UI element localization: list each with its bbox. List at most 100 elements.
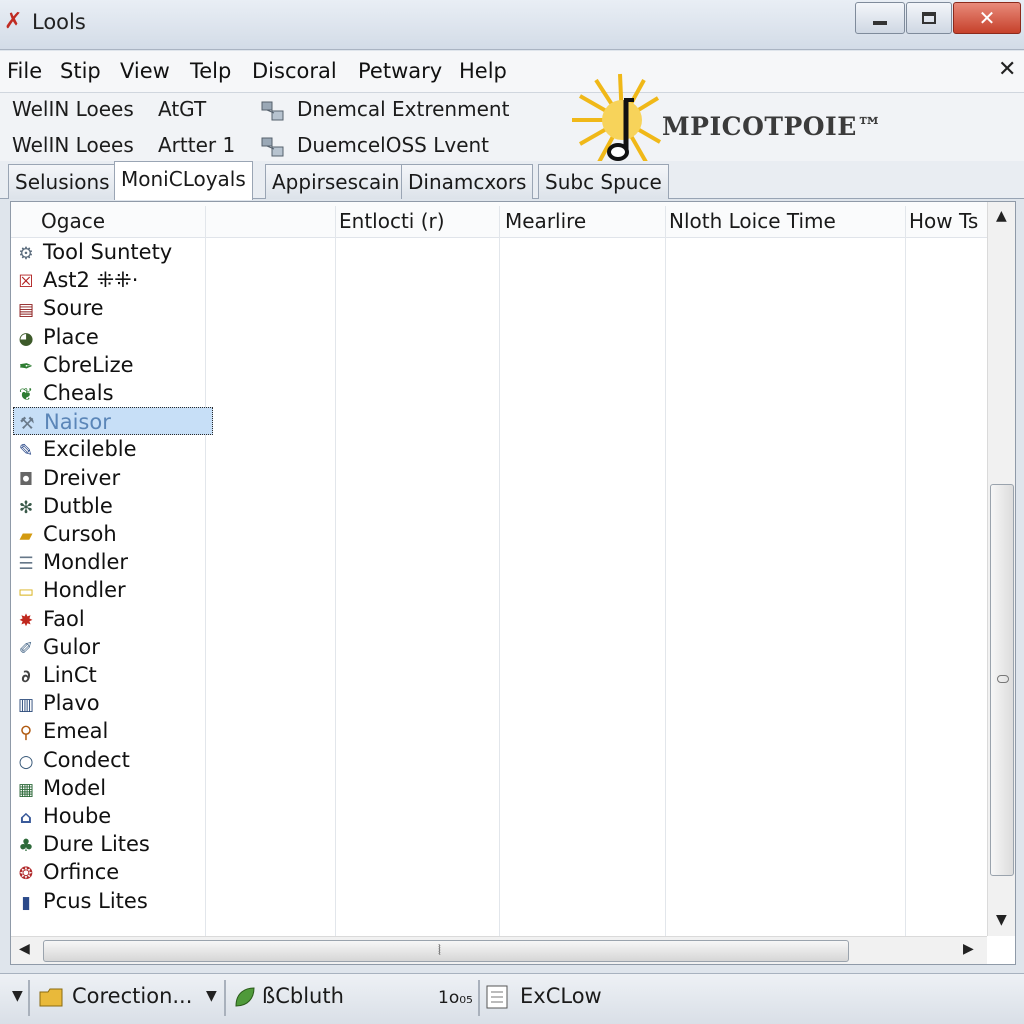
- column-header-entlocti[interactable]: Entlocti (r): [339, 209, 445, 233]
- window-title: Lools: [32, 10, 86, 34]
- menu-petwary[interactable]: Petwary: [358, 59, 442, 83]
- column-header-ogace[interactable]: Ogace: [41, 209, 105, 233]
- maximize-icon: [922, 12, 936, 24]
- search-icon: ○: [18, 751, 34, 772]
- list-item-label: Gulor: [43, 634, 100, 659]
- list-item-label: Faol: [43, 606, 85, 631]
- list-item-label: Hoube: [43, 804, 112, 828]
- list-item-label: Dure Lites: [43, 832, 150, 857]
- logo-text: MPICOTPOIE™: [662, 112, 883, 141]
- list-item[interactable]: ▮ Pcus Lites: [13, 887, 213, 915]
- tab-selusions[interactable]: Selusions: [8, 164, 117, 199]
- column-divider[interactable]: [905, 206, 906, 936]
- list-item[interactable]: ☒ Ast2 ⁜⁜·: [13, 266, 213, 294]
- menu-file[interactable]: File: [7, 59, 42, 83]
- pen-icon: ✒: [18, 356, 34, 377]
- list-item-label: Cheals: [43, 381, 114, 405]
- chevron-down-icon[interactable]: ▼: [12, 988, 23, 1004]
- toolbar-button-2[interactable]: DuemcelOSS Lvent: [297, 133, 489, 157]
- list-item[interactable]: ∂ LinCt: [13, 661, 213, 689]
- tools-icon: ⚒: [19, 414, 35, 435]
- scroll-left-icon[interactable]: ◀: [19, 941, 30, 957]
- tab-subc-spuce[interactable]: Subc Spuce: [538, 164, 669, 199]
- list-item-label: CbreLize: [43, 352, 134, 377]
- list-item-label: Dutble: [43, 493, 113, 518]
- column-divider[interactable]: [335, 206, 336, 936]
- menu-view[interactable]: View: [120, 59, 170, 83]
- vertical-scrollbar[interactable]: ▲ ▼: [987, 202, 1015, 936]
- column-divider[interactable]: [499, 206, 500, 936]
- list-item[interactable]: ❂ Orfince: [13, 858, 213, 886]
- scroll-down-icon[interactable]: ▼: [996, 912, 1007, 928]
- grip-icon: ⦚: [438, 943, 441, 959]
- list-item[interactable]: ✒ CbreLize: [13, 351, 213, 379]
- column-header-nloth-loice-time[interactable]: Nloth Loice Time: [669, 209, 836, 233]
- list-item[interactable]: ✐ Gulor: [13, 633, 213, 661]
- list-item-label: Orfince: [43, 860, 120, 885]
- menu-stip[interactable]: Stip: [60, 59, 101, 83]
- checkbox-icon: ☒: [18, 272, 34, 293]
- column-header-how-ts[interactable]: How Ts: [909, 209, 978, 233]
- menu-discoral[interactable]: Discoral: [252, 59, 337, 83]
- minimize-button[interactable]: [855, 2, 905, 34]
- chevron-down-icon[interactable]: ▼: [206, 988, 217, 1004]
- list-item[interactable]: ☰ Mondler: [13, 548, 213, 576]
- globe-icon: ◕: [18, 328, 34, 349]
- list-item-label: Model: [43, 775, 107, 800]
- network-icon: [261, 137, 284, 157]
- toolbar-value-2[interactable]: Artter 1: [158, 133, 235, 157]
- list-item[interactable]: ❦ Cheals: [13, 379, 213, 407]
- list-item[interactable]: ♣ Dure Lites: [13, 830, 213, 858]
- list-item[interactable]: ▦ Model: [13, 774, 213, 802]
- flame-icon: ❂: [18, 864, 34, 885]
- list-item-label: Place: [43, 324, 99, 349]
- tab-moniclouals[interactable]: MoniCLoyals: [114, 161, 253, 200]
- scroll-up-icon[interactable]: ▲: [996, 208, 1007, 224]
- list-item-label: Excileble: [43, 437, 137, 462]
- list-item[interactable]: ✻ Dutble: [13, 492, 213, 520]
- list-item[interactable]: ◕ Place: [13, 323, 213, 351]
- list-item[interactable]: ▰ Cursoh: [13, 520, 213, 548]
- menu-close-icon[interactable]: ✕: [998, 57, 1016, 82]
- note-icon: ▭: [17, 582, 35, 603]
- tab-dinamcxors[interactable]: Dinamcxors: [401, 164, 534, 199]
- list-item[interactable]: ▤ Soure: [13, 294, 213, 322]
- list-item[interactable]: ▥ Plavo: [13, 689, 213, 717]
- toolbar-value-1[interactable]: AtGT: [158, 97, 206, 121]
- toolbar-label-2: WelIN Loees: [12, 133, 134, 157]
- grip-icon: [997, 675, 1009, 683]
- close-button[interactable]: ✕: [953, 2, 1021, 34]
- list-item[interactable]: ◘ Dreiver: [13, 464, 213, 492]
- minimize-icon: [873, 21, 887, 25]
- menu-telp[interactable]: Telp: [190, 59, 231, 83]
- column-header-mearlire[interactable]: Mearlire: [505, 209, 586, 233]
- scroll-right-icon[interactable]: ▶: [963, 941, 974, 957]
- maximize-button[interactable]: [906, 2, 952, 34]
- list-item[interactable]: ○ Condect: [13, 746, 213, 774]
- horizontal-scrollbar[interactable]: ◀ ⦚ ▶: [11, 936, 987, 964]
- tab-appirsescain[interactable]: Appirsescain: [265, 164, 407, 199]
- list-item-label: Condect: [43, 747, 130, 772]
- list-item-label: Hondler: [43, 578, 126, 603]
- divider: [28, 980, 30, 1016]
- list-item[interactable]: ▭ Hondler: [13, 576, 213, 604]
- vertical-scroll-thumb[interactable]: [990, 484, 1014, 876]
- toolbar-button-1[interactable]: Dnemcal Extrenment: [297, 97, 509, 121]
- divider: [478, 980, 480, 1016]
- list-item[interactable]: ✎ Excileble: [13, 435, 213, 463]
- toolbar-label-1: WelIN Loees: [12, 97, 134, 121]
- list-item-label: Naisor: [44, 410, 111, 435]
- list-item[interactable]: ⚙ Tool Suntety: [13, 238, 213, 266]
- magnifier-icon: ⚲: [19, 723, 33, 744]
- list-item[interactable]: ⚲ Emeal: [13, 717, 213, 745]
- tab-bar: Selusions MoniCLoyals Appirsescain Dinam…: [0, 161, 1024, 200]
- list-item[interactable]: ✸ Faol: [13, 605, 213, 633]
- status-section-3: ExCLow: [520, 984, 602, 1008]
- horizontal-scroll-thumb[interactable]: ⦚: [43, 940, 849, 962]
- pencil-icon: ✎: [18, 441, 34, 462]
- menu-help[interactable]: Help: [459, 59, 507, 83]
- column-divider[interactable]: [665, 206, 666, 936]
- list-item[interactable]: ⌂ Hoube: [13, 802, 213, 830]
- status-section-1[interactable]: Corection...: [72, 984, 192, 1008]
- list-item[interactable]: ⚒ Naisor: [13, 407, 213, 436]
